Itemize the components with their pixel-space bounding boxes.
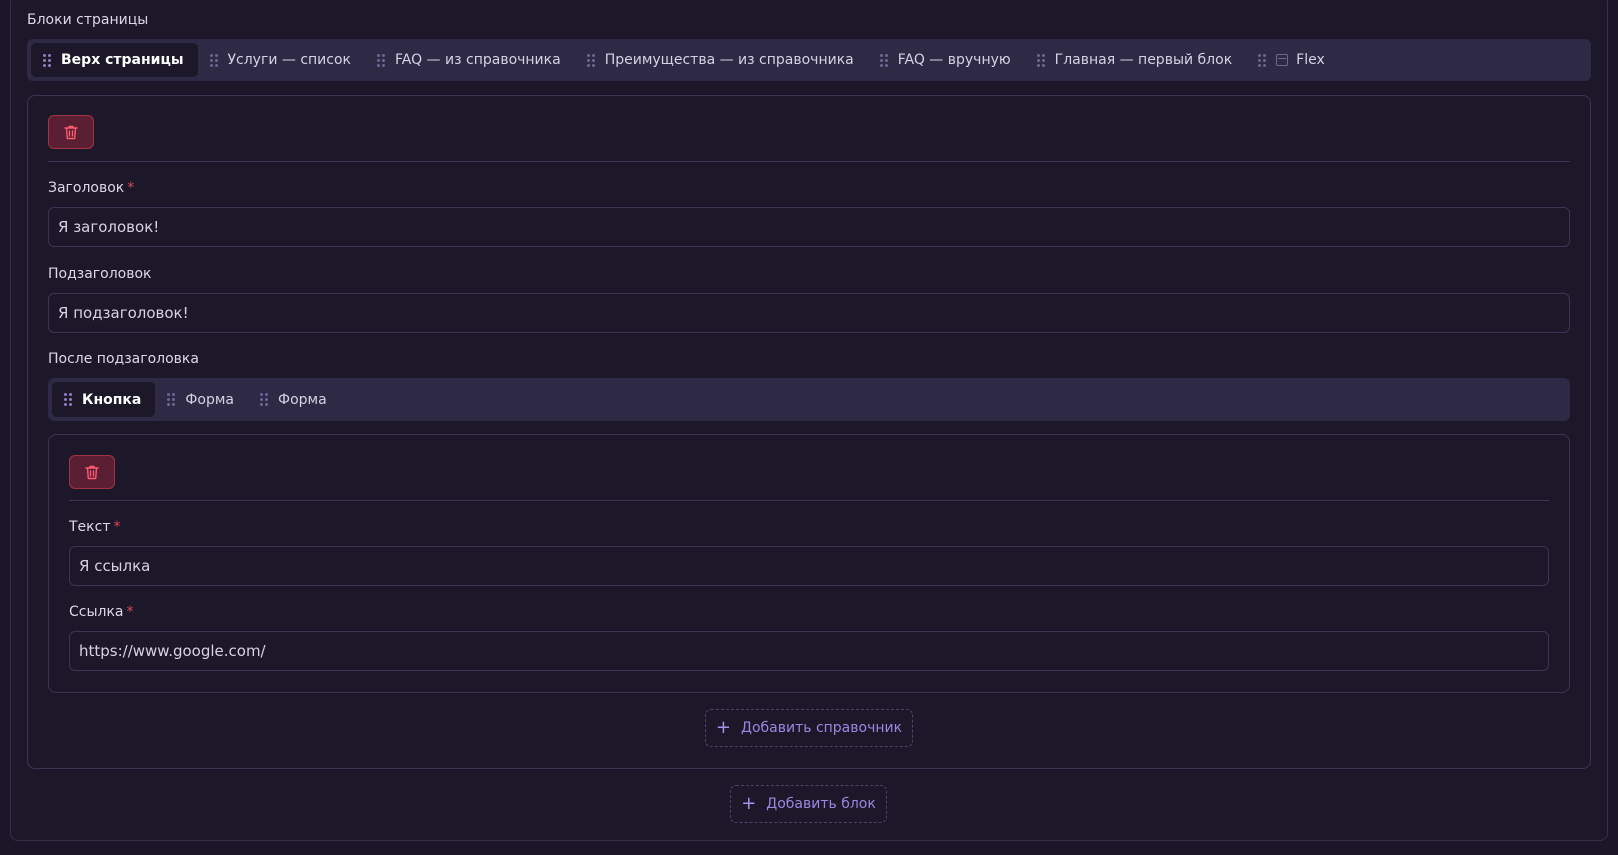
tab-verkh-stranitsy[interactable]: Верх страницы xyxy=(31,43,198,77)
add-block-button[interactable]: + Добавить блок xyxy=(730,785,887,823)
tab-label: Flex xyxy=(1296,52,1325,68)
text-label: Текст * xyxy=(69,519,120,535)
link-input[interactable]: https://www.google.com/ xyxy=(69,631,1549,671)
grip-icon[interactable] xyxy=(260,393,269,406)
trash-icon xyxy=(64,125,78,139)
text-label-text: Текст xyxy=(69,519,111,535)
grip-icon[interactable] xyxy=(64,393,72,406)
tab-label: Верх страницы xyxy=(61,52,184,68)
subtitle-label: Подзаголовок xyxy=(48,266,152,282)
add-reference-label: Добавить справочник xyxy=(741,720,903,736)
plus-icon: + xyxy=(715,717,732,738)
link-label: Ссылка * xyxy=(69,604,134,620)
tab-label: Услуги — список xyxy=(227,52,351,68)
tab-preimushchestva[interactable]: Преимущества — из справочника xyxy=(575,43,868,77)
tab-label: Форма xyxy=(278,391,327,408)
text-input[interactable]: Я ссылка xyxy=(69,546,1549,586)
tab-flex[interactable]: Flex xyxy=(1246,43,1339,77)
tab-label: FAQ — вручную xyxy=(897,52,1011,68)
tab-faq-spravochnik[interactable]: FAQ — из справочника xyxy=(365,43,575,77)
grip-icon[interactable] xyxy=(1258,53,1267,67)
block-tabbar: Верх страницы Услуги — список FAQ — из с… xyxy=(27,39,1591,81)
link-label-text: Ссылка xyxy=(69,604,124,620)
plus-icon: + xyxy=(741,793,757,814)
trash-icon xyxy=(85,465,99,479)
title-label-text: Заголовок xyxy=(48,180,125,196)
tab-knopka[interactable]: Кнопка xyxy=(52,382,156,417)
required-mark: * xyxy=(126,604,134,620)
tab-forma-1[interactable]: Форма xyxy=(155,383,248,417)
add-reference-button[interactable]: + Добавить справочник xyxy=(705,709,913,747)
title-input[interactable]: Я заголовок! xyxy=(48,207,1570,247)
grip-icon[interactable] xyxy=(167,393,176,406)
title-label: Заголовок * xyxy=(48,180,134,196)
grip-icon[interactable] xyxy=(1036,53,1045,67)
subtitle-input[interactable]: Я подзаголовок! xyxy=(48,293,1570,333)
nested-tabbar: Кнопка Форма Форма xyxy=(48,378,1570,421)
tab-faq-vruchnuyu[interactable]: FAQ — вручную xyxy=(868,43,1025,77)
delete-nested-block-button[interactable] xyxy=(69,455,115,489)
tab-label: Главная — первый блок xyxy=(1054,52,1233,68)
required-mark: * xyxy=(113,519,121,535)
grip-icon[interactable] xyxy=(376,53,385,67)
required-mark: * xyxy=(127,180,135,196)
grip-icon[interactable] xyxy=(586,53,595,67)
divider xyxy=(48,161,1570,162)
tab-uslugi-spisok[interactable]: Услуги — список xyxy=(198,43,365,77)
tab-label: Преимущества — из справочника xyxy=(604,52,854,68)
add-block-label: Добавить блок xyxy=(766,796,876,812)
after-subtitle-label: После подзаголовка xyxy=(48,351,199,367)
archive-icon xyxy=(1276,54,1289,66)
divider xyxy=(69,500,1549,501)
delete-block-button[interactable] xyxy=(48,115,94,149)
grip-icon[interactable] xyxy=(879,53,888,67)
blocks-section-label: Блоки страницы xyxy=(27,12,149,28)
tab-label: Кнопка xyxy=(82,391,142,408)
grip-icon[interactable] xyxy=(209,53,218,67)
tab-forma-2[interactable]: Форма xyxy=(248,383,341,417)
tab-glavnaya-pervyi-blok[interactable]: Главная — первый блок xyxy=(1025,43,1246,77)
tab-label: FAQ — из справочника xyxy=(394,52,561,68)
tab-label: Форма xyxy=(185,391,235,408)
grip-icon[interactable] xyxy=(43,53,51,67)
